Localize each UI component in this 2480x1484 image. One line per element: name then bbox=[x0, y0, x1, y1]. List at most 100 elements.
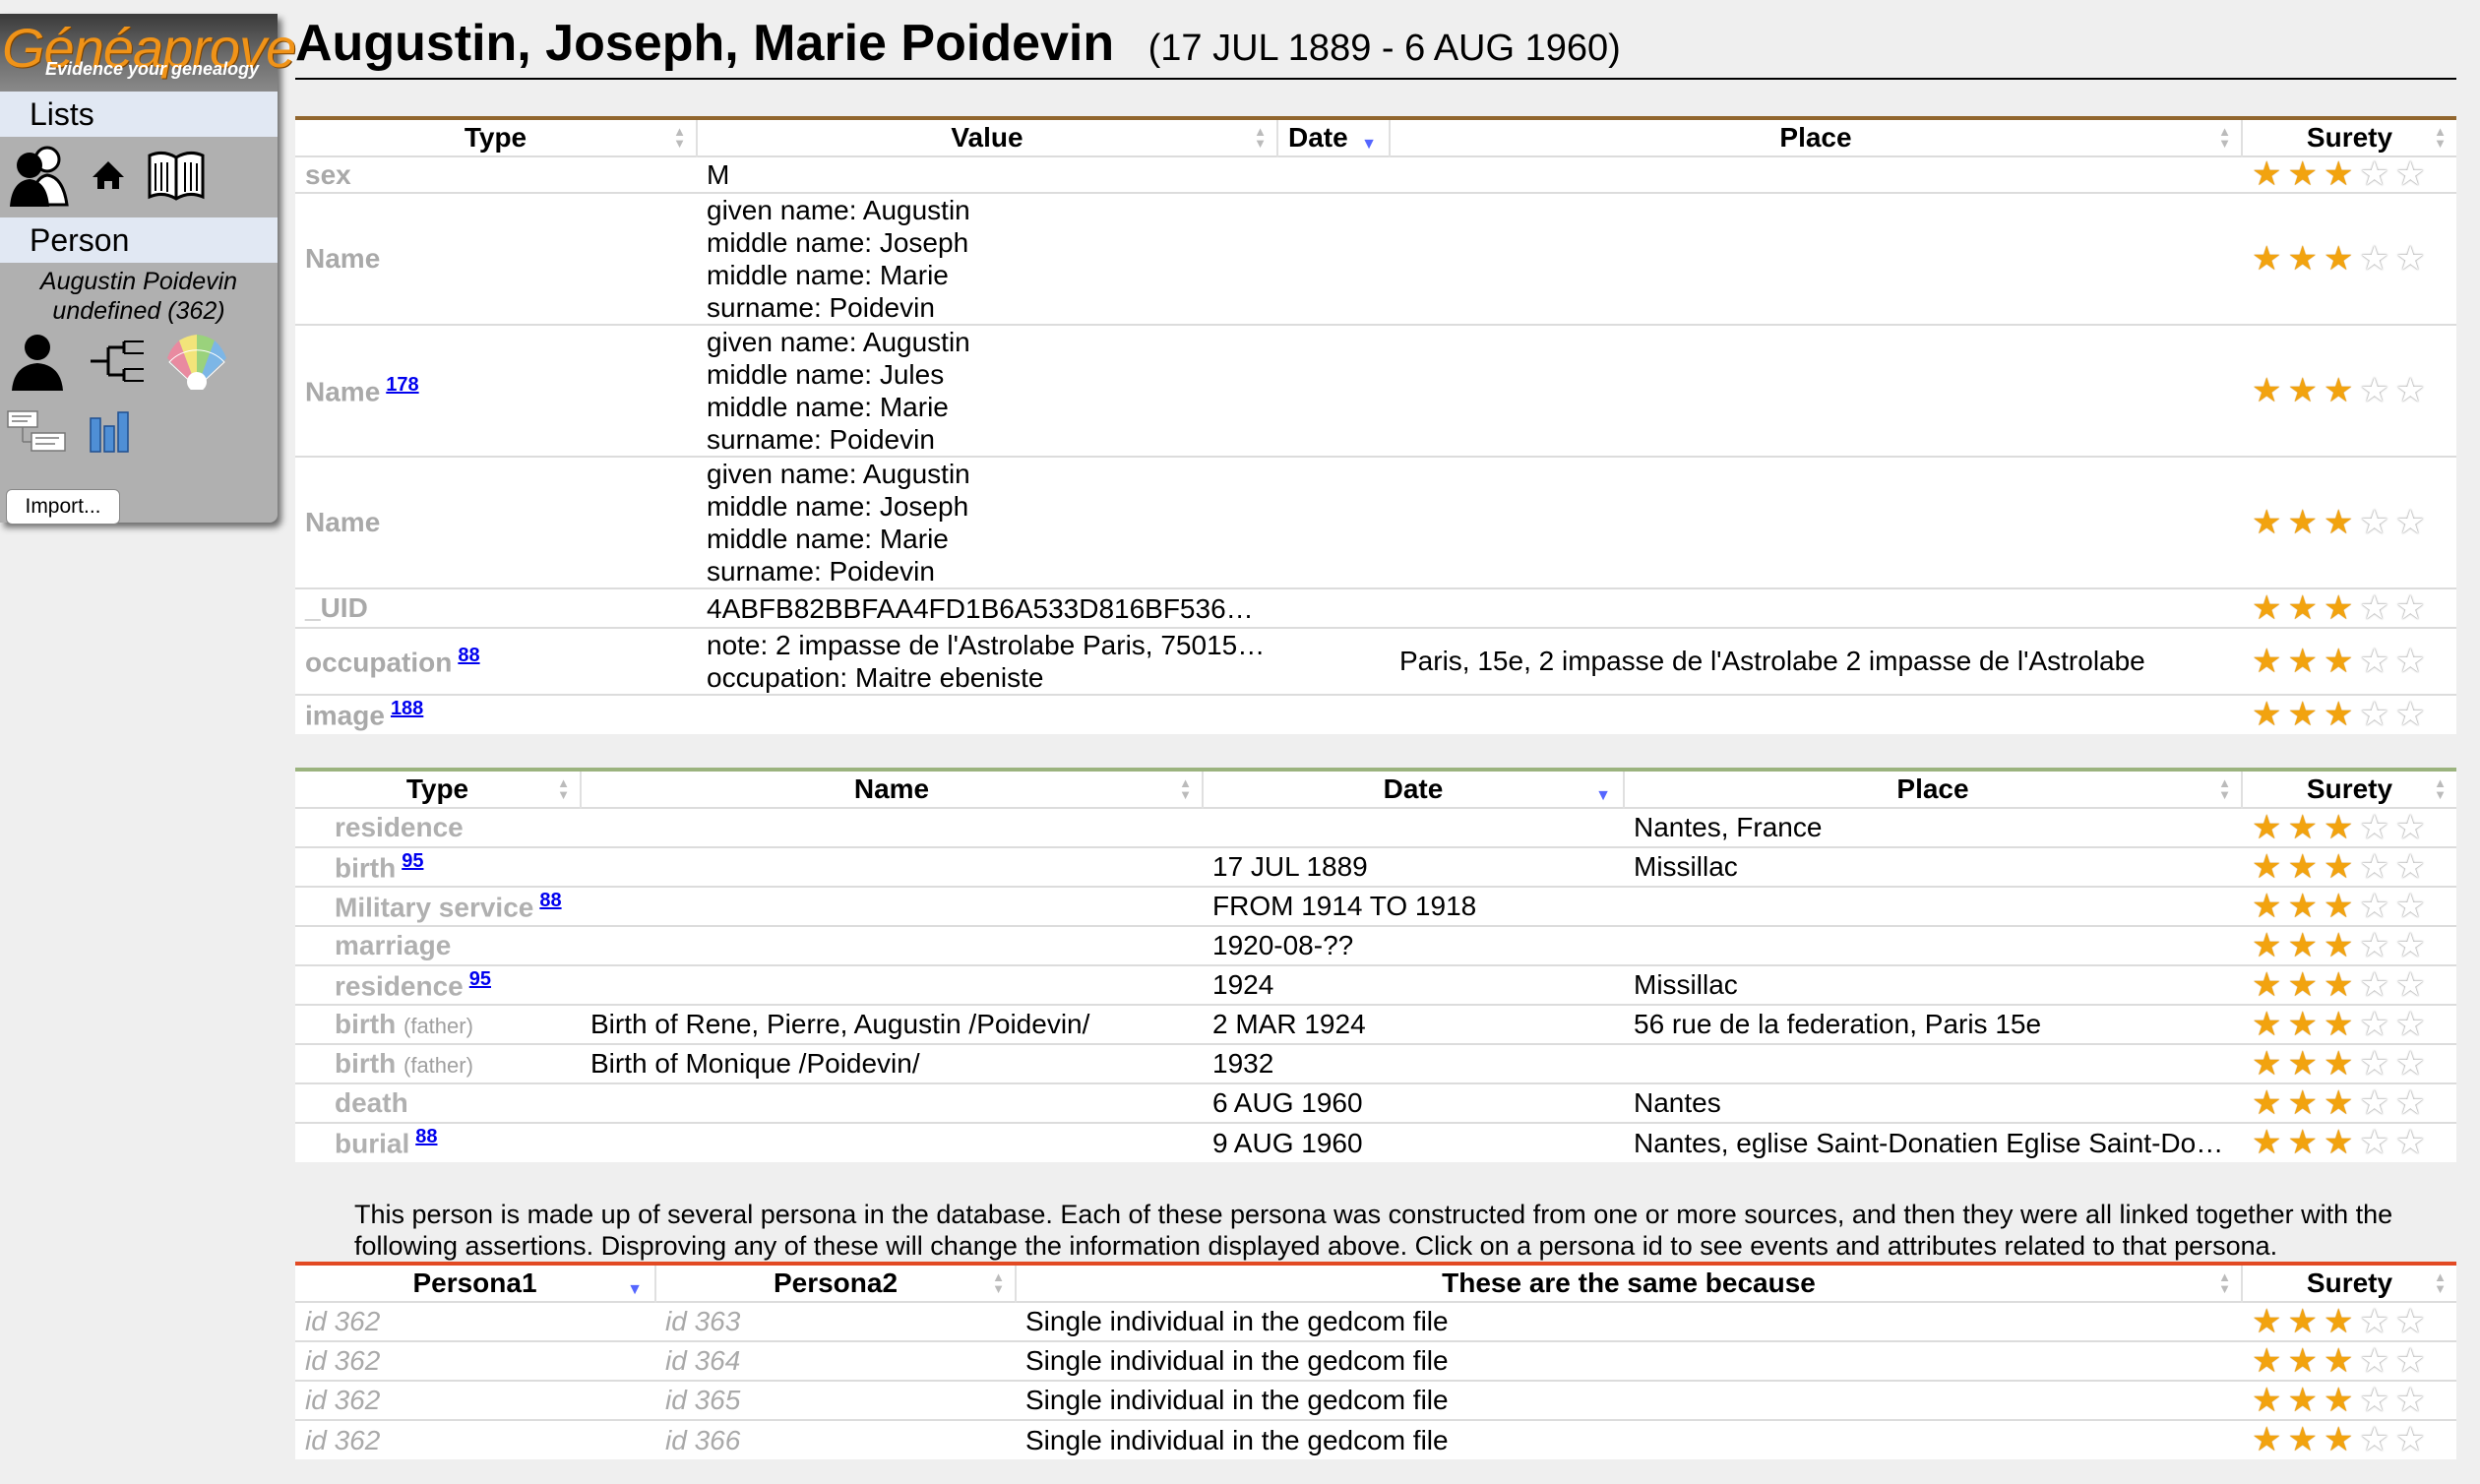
star-filled-icon[interactable]: ★ bbox=[2324, 240, 2353, 278]
surety-rating[interactable]: ★ ★ ★ ★ ★ bbox=[2242, 1004, 2456, 1044]
star-empty-icon[interactable]: ★ bbox=[2359, 967, 2388, 1004]
star-filled-icon[interactable]: ★ bbox=[2324, 158, 2353, 193]
star-empty-icon[interactable]: ★ bbox=[2395, 643, 2425, 680]
star-filled-icon[interactable]: ★ bbox=[2287, 1007, 2317, 1043]
source-reference-link[interactable]: 88 bbox=[415, 1126, 437, 1147]
star-filled-icon[interactable]: ★ bbox=[2324, 504, 2353, 541]
column-header-place[interactable]: Place ▲ ▼ bbox=[1624, 770, 2243, 808]
star-filled-icon[interactable]: ★ bbox=[2252, 1383, 2281, 1419]
star-empty-icon[interactable]: ★ bbox=[2359, 928, 2388, 964]
surety-rating[interactable]: ★ ★ ★ ★ ★ bbox=[2242, 807, 2456, 847]
star-filled-icon[interactable]: ★ bbox=[2324, 810, 2353, 846]
star-empty-icon[interactable]: ★ bbox=[2395, 849, 2425, 886]
surety-rating[interactable]: ★ ★ ★ ★ ★ bbox=[2242, 1340, 2456, 1381]
star-empty-icon[interactable]: ★ bbox=[2395, 372, 2425, 409]
star-empty-icon[interactable]: ★ bbox=[2359, 1343, 2388, 1380]
surety-rating[interactable]: ★ ★ ★ ★ ★ bbox=[2242, 1419, 2456, 1459]
star-empty-icon[interactable]: ★ bbox=[2359, 1085, 2388, 1122]
source-reference-link[interactable]: 95 bbox=[402, 850, 423, 872]
star-empty-icon[interactable]: ★ bbox=[2359, 643, 2388, 680]
source-reference-link[interactable]: 95 bbox=[469, 968, 491, 990]
star-filled-icon[interactable]: ★ bbox=[2324, 1007, 2353, 1043]
star-filled-icon[interactable]: ★ bbox=[2252, 889, 2281, 925]
star-filled-icon[interactable]: ★ bbox=[2324, 849, 2353, 886]
star-filled-icon[interactable]: ★ bbox=[2252, 1304, 2281, 1340]
surety-rating[interactable]: ★ ★ ★ ★ ★ bbox=[2242, 1082, 2456, 1123]
source-reference-link[interactable]: 188 bbox=[391, 698, 423, 719]
star-filled-icon[interactable]: ★ bbox=[2252, 1125, 2281, 1161]
star-empty-icon[interactable]: ★ bbox=[2395, 240, 2425, 278]
persons-list-icon[interactable] bbox=[6, 142, 71, 214]
star-filled-icon[interactable]: ★ bbox=[2287, 928, 2317, 964]
surety-rating[interactable]: ★ ★ ★ ★ ★ bbox=[2242, 1122, 2456, 1162]
star-empty-icon[interactable]: ★ bbox=[2359, 372, 2388, 409]
star-filled-icon[interactable]: ★ bbox=[2324, 1046, 2353, 1082]
surety-rating[interactable]: ★ ★ ★ ★ ★ bbox=[2242, 1043, 2456, 1083]
star-empty-icon[interactable]: ★ bbox=[2359, 590, 2388, 627]
star-filled-icon[interactable]: ★ bbox=[2287, 643, 2317, 680]
surety-rating[interactable]: ★ ★ ★ ★ ★ bbox=[2242, 627, 2456, 695]
source-reference-link[interactable]: 88 bbox=[539, 890, 561, 911]
star-empty-icon[interactable]: ★ bbox=[2395, 1343, 2425, 1380]
star-empty-icon[interactable]: ★ bbox=[2395, 158, 2425, 193]
app-logo[interactable]: Généaprove Evidence your genealogy bbox=[0, 14, 296, 92]
star-empty-icon[interactable]: ★ bbox=[2359, 849, 2388, 886]
star-filled-icon[interactable]: ★ bbox=[2252, 928, 2281, 964]
star-filled-icon[interactable]: ★ bbox=[2324, 372, 2353, 409]
star-empty-icon[interactable]: ★ bbox=[2395, 1304, 2425, 1340]
star-filled-icon[interactable]: ★ bbox=[2324, 928, 2353, 964]
column-header-place[interactable]: Place ▲ ▼ bbox=[1390, 118, 2243, 156]
star-filled-icon[interactable]: ★ bbox=[2252, 849, 2281, 886]
star-empty-icon[interactable]: ★ bbox=[2359, 1046, 2388, 1082]
star-filled-icon[interactable]: ★ bbox=[2324, 1343, 2353, 1380]
star-filled-icon[interactable]: ★ bbox=[2287, 1304, 2317, 1340]
star-filled-icon[interactable]: ★ bbox=[2252, 967, 2281, 1004]
column-header-surety[interactable]: Surety ▲ ▼ bbox=[2242, 118, 2456, 156]
column-header-persona2[interactable]: Persona2 ▲ ▼ bbox=[655, 1264, 1017, 1302]
star-filled-icon[interactable]: ★ bbox=[2287, 372, 2317, 409]
surety-rating[interactable]: ★ ★ ★ ★ ★ bbox=[2242, 1301, 2456, 1341]
star-filled-icon[interactable]: ★ bbox=[2252, 1343, 2281, 1380]
star-empty-icon[interactable]: ★ bbox=[2395, 1422, 2425, 1458]
star-empty-icon[interactable]: ★ bbox=[2395, 928, 2425, 964]
star-filled-icon[interactable]: ★ bbox=[2252, 158, 2281, 193]
star-empty-icon[interactable]: ★ bbox=[2359, 1422, 2388, 1458]
star-filled-icon[interactable]: ★ bbox=[2287, 1343, 2317, 1380]
star-filled-icon[interactable]: ★ bbox=[2324, 1383, 2353, 1419]
star-filled-icon[interactable]: ★ bbox=[2287, 240, 2317, 278]
star-empty-icon[interactable]: ★ bbox=[2395, 1125, 2425, 1161]
star-filled-icon[interactable]: ★ bbox=[2252, 1046, 2281, 1082]
person-details-icon[interactable] bbox=[6, 330, 69, 398]
star-filled-icon[interactable]: ★ bbox=[2287, 810, 2317, 846]
column-header-surety[interactable]: Surety ▲ ▼ bbox=[2242, 770, 2456, 808]
star-empty-icon[interactable]: ★ bbox=[2395, 1085, 2425, 1122]
star-empty-icon[interactable]: ★ bbox=[2359, 697, 2388, 733]
column-header-type[interactable]: Type ▲ ▼ bbox=[295, 770, 582, 808]
star-filled-icon[interactable]: ★ bbox=[2252, 1085, 2281, 1122]
star-filled-icon[interactable]: ★ bbox=[2287, 1383, 2317, 1419]
star-filled-icon[interactable]: ★ bbox=[2252, 372, 2281, 409]
pedigree-tree-icon[interactable] bbox=[87, 340, 148, 388]
star-empty-icon[interactable]: ★ bbox=[2359, 1304, 2388, 1340]
star-filled-icon[interactable]: ★ bbox=[2287, 1046, 2317, 1082]
source-reference-link[interactable]: 88 bbox=[458, 645, 479, 666]
source-reference-link[interactable]: 178 bbox=[386, 374, 418, 396]
surety-rating[interactable]: ★ ★ ★ ★ ★ bbox=[2242, 925, 2456, 965]
surety-rating[interactable]: ★ ★ ★ ★ ★ bbox=[2242, 587, 2456, 628]
star-filled-icon[interactable]: ★ bbox=[2287, 967, 2317, 1004]
star-empty-icon[interactable]: ★ bbox=[2395, 1007, 2425, 1043]
star-filled-icon[interactable]: ★ bbox=[2287, 1125, 2317, 1161]
star-filled-icon[interactable]: ★ bbox=[2287, 849, 2317, 886]
surety-rating[interactable]: ★ ★ ★ ★ ★ bbox=[2242, 886, 2456, 926]
star-empty-icon[interactable]: ★ bbox=[2359, 810, 2388, 846]
star-empty-icon[interactable]: ★ bbox=[2395, 697, 2425, 733]
column-header-type[interactable]: Type ▲ ▼ bbox=[295, 118, 698, 156]
star-filled-icon[interactable]: ★ bbox=[2252, 1007, 2281, 1043]
surety-rating[interactable]: ★ ★ ★ ★ ★ bbox=[2242, 324, 2456, 457]
star-filled-icon[interactable]: ★ bbox=[2287, 1422, 2317, 1458]
star-filled-icon[interactable]: ★ bbox=[2324, 967, 2353, 1004]
star-filled-icon[interactable]: ★ bbox=[2252, 810, 2281, 846]
star-filled-icon[interactable]: ★ bbox=[2324, 1304, 2353, 1340]
star-empty-icon[interactable]: ★ bbox=[2359, 1125, 2388, 1161]
star-filled-icon[interactable]: ★ bbox=[2287, 504, 2317, 541]
